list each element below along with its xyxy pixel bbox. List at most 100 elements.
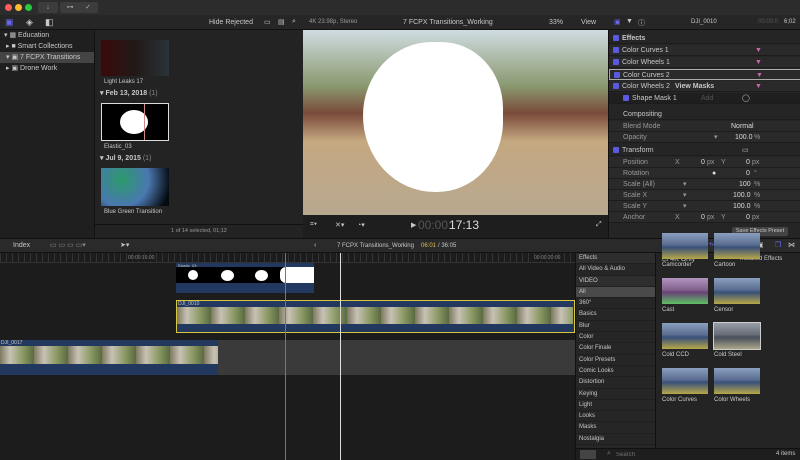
photos-icon[interactable]: ◈ xyxy=(26,17,33,28)
effect-row[interactable]: Color Wheels 1 ▼ xyxy=(609,57,800,68)
effect-thumbnail[interactable] xyxy=(713,322,761,350)
effect-thumbnail[interactable] xyxy=(714,368,760,394)
category-item[interactable]: VIDEO xyxy=(576,275,655,287)
effects-browser-icon[interactable]: ❐ xyxy=(775,241,781,249)
checkbox[interactable] xyxy=(623,95,629,102)
onscreen-controls-icon[interactable]: ▭ xyxy=(742,145,749,156)
view-masks-menu[interactable]: View Masks xyxy=(675,81,714,92)
zoom-select[interactable]: 33% xyxy=(549,19,563,26)
category-item[interactable]: Light xyxy=(576,400,655,412)
timeline[interactable]: 00:00:16:00 00:00:20:00 Elastic_03 DJI_0… xyxy=(0,253,575,460)
transform-icon[interactable]: ✕▾ xyxy=(335,221,344,229)
add-mask-button[interactable]: Add xyxy=(701,93,713,104)
effect-thumbnail[interactable] xyxy=(714,278,760,304)
blend-mode-select[interactable]: Normal xyxy=(731,121,754,132)
event-7-fcpx-transitions[interactable]: ▾ ▣ 7 FCPX Transitions xyxy=(0,52,94,63)
effect-row-selected[interactable]: Color Curves 2 ▼ xyxy=(609,69,800,80)
clip-appearance-icon[interactable]: ▤ xyxy=(278,18,285,26)
y-value[interactable]: 0 xyxy=(746,212,750,223)
category-item[interactable]: Looks xyxy=(576,411,655,423)
category-item[interactable]: Comic Looks xyxy=(576,366,655,378)
value[interactable]: 0 xyxy=(746,168,750,179)
minimize-button[interactable] xyxy=(15,4,22,11)
shape-mask-icon[interactable]: ◯ xyxy=(742,93,750,104)
checkbox[interactable] xyxy=(613,35,619,42)
clip-elastic-03[interactable]: Elastic_03 xyxy=(176,263,314,293)
edit-buttons[interactable]: ▭ ▭ ▭ ▭▾ xyxy=(50,241,86,249)
import-button[interactable]: ↓ xyxy=(38,2,58,13)
y-value[interactable]: 0 xyxy=(746,157,750,168)
slider[interactable]: ▾ xyxy=(683,201,687,212)
date-group[interactable]: ▾ Jul 9, 2015 (1) xyxy=(100,154,151,162)
video-inspector-icon[interactable]: ▣ xyxy=(614,18,621,26)
category-item[interactable]: 360° xyxy=(576,298,655,310)
effect-thumbnail[interactable] xyxy=(662,368,708,394)
close-button[interactable] xyxy=(5,4,12,11)
event-drone-work[interactable]: ▸ ▣ Drone Work xyxy=(0,63,94,74)
date-group[interactable]: ▾ Feb 13, 2018 (1) xyxy=(100,89,158,97)
effect-row[interactable]: Color Wheels 2 View Masks ▼ xyxy=(609,81,800,92)
checkbox[interactable] xyxy=(614,72,620,79)
effect-thumbnail[interactable] xyxy=(662,323,708,349)
clip-dji-0017[interactable]: DJI_0017 xyxy=(0,340,218,375)
background-tasks-button[interactable]: ✓ xyxy=(78,2,98,13)
video-frame[interactable] xyxy=(303,30,608,215)
crop-icon[interactable]: ⌗▾ xyxy=(310,221,317,229)
playhead[interactable] xyxy=(285,253,286,460)
info-icon[interactable]: ⓘ xyxy=(638,18,645,28)
value[interactable]: 100.0 xyxy=(733,190,751,201)
zoom-button[interactable] xyxy=(25,4,32,11)
back-button[interactable]: ‹ xyxy=(314,242,316,249)
libraries-icon[interactable]: ▣ xyxy=(5,17,14,28)
titles-icon[interactable]: ◧ xyxy=(45,17,54,28)
skimmer[interactable] xyxy=(340,253,341,460)
filmstrip-toggle[interactable] xyxy=(580,450,596,459)
category-item[interactable]: Blur xyxy=(576,321,655,333)
search-input[interactable] xyxy=(616,450,736,459)
transform-section[interactable]: Transform ▭ xyxy=(609,145,800,156)
list-view-icon[interactable]: ▭ xyxy=(264,18,271,26)
clip-thumbnail[interactable] xyxy=(101,40,169,76)
category-item[interactable]: Color Finale xyxy=(576,343,655,355)
color-inspector-icon[interactable]: ▼ xyxy=(626,18,633,25)
ruler[interactable] xyxy=(0,253,575,263)
category-item[interactable]: Color Presets xyxy=(576,355,655,366)
value[interactable]: 100 xyxy=(739,179,751,190)
category-item[interactable]: Color xyxy=(576,332,655,344)
color-board-icon[interactable]: ▼ xyxy=(755,81,762,92)
opacity-slider[interactable]: ▾ xyxy=(714,132,718,143)
checkbox[interactable] xyxy=(613,47,619,54)
smart-collections[interactable]: ▸ ■ Smart Collections xyxy=(0,41,94,52)
rotation-dial[interactable]: ● xyxy=(712,168,716,179)
color-board-icon[interactable]: ▼ xyxy=(755,57,762,68)
slider[interactable]: ▾ xyxy=(683,179,687,190)
clip-thumbnail-selected[interactable] xyxy=(101,103,169,141)
keyword-button[interactable]: ⊶ xyxy=(60,2,80,13)
color-board-icon[interactable]: ▼ xyxy=(756,70,763,81)
value[interactable]: 100.0 xyxy=(733,201,751,212)
tool-select[interactable]: ➤▾ xyxy=(120,241,129,249)
view-menu[interactable]: View xyxy=(581,19,596,26)
effect-thumbnail[interactable] xyxy=(662,278,708,304)
retime-icon[interactable]: ◔▾ xyxy=(357,221,365,229)
effect-thumbnail[interactable] xyxy=(714,233,760,259)
slider[interactable]: ▾ xyxy=(683,190,687,201)
x-value[interactable]: 0 xyxy=(701,212,705,223)
shape-mask-row[interactable]: Shape Mask 1 Add ◯ xyxy=(609,93,800,104)
category-item[interactable]: Basics xyxy=(576,309,655,321)
index-button[interactable]: Index xyxy=(13,242,30,249)
checkbox[interactable] xyxy=(613,83,619,90)
effects-section[interactable]: Effects xyxy=(609,33,800,44)
library-education[interactable]: ▾ ▦ Education xyxy=(0,30,94,41)
filter-select[interactable]: Hide Rejected xyxy=(209,19,253,26)
effect-row[interactable]: Color Curves 1 ▼ xyxy=(609,45,800,56)
category-item[interactable]: Keying xyxy=(576,389,655,400)
search-icon[interactable]: ⌕ xyxy=(292,18,296,26)
color-board-icon[interactable]: ▼ xyxy=(755,45,762,56)
checkbox[interactable] xyxy=(613,147,619,154)
category-item[interactable]: Distortion xyxy=(576,377,655,389)
category-item[interactable]: Nostalgia xyxy=(576,434,655,446)
checkbox[interactable] xyxy=(613,59,619,66)
effect-thumbnail[interactable] xyxy=(662,233,708,259)
category-item[interactable]: All xyxy=(576,286,655,299)
